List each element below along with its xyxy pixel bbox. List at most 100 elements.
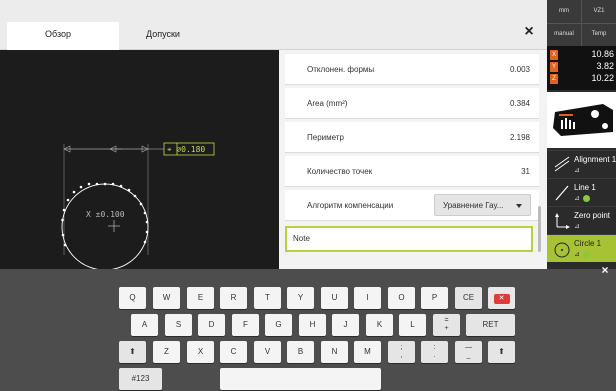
key-o[interactable]: O — [388, 287, 415, 309]
key-l[interactable]: L — [399, 314, 426, 336]
compensation-select-value: Уравнение Гау... — [443, 201, 504, 210]
property-label: Area (mm²) — [307, 99, 348, 108]
temperature-button[interactable]: Temp — [582, 23, 616, 46]
property-row-form-deviation: Отклонен. формы 0.003 — [285, 54, 539, 85]
right-panel: mm VZ1 manual Temp X 10.86 Y 3.82 Z 10.2… — [547, 0, 616, 269]
shift-key-left[interactable]: ⬆ — [119, 341, 146, 363]
alignment-icon — [554, 156, 570, 172]
circle-drawing: ⌖ ⌀0.180 X ±0.100 — [61, 142, 215, 269]
property-label: Алгоритм компенсации — [307, 201, 394, 210]
center-tolerance-label: X ±0.100 — [86, 210, 125, 219]
on-screen-keyboard: × Q W E R T Y U I O P CE ✕ A S D F G H J… — [0, 263, 616, 391]
key-b[interactable]: B — [287, 341, 314, 363]
key-equals-plus[interactable]: = + — [433, 314, 460, 336]
chevron-down-icon — [516, 204, 522, 208]
property-label: Периметр — [307, 133, 344, 142]
property-label: Отклонен. формы — [307, 65, 375, 74]
feature-item-zero-point[interactable]: Zero point ⊿ — [547, 206, 616, 234]
axis-label: Y — [550, 62, 558, 72]
divider — [547, 23, 616, 24]
coord-row-y: Y 3.82 — [547, 61, 616, 73]
key-dash-underscore[interactable]: — _ — [455, 341, 482, 363]
key-k[interactable]: K — [366, 314, 393, 336]
keyboard-close-button[interactable]: × — [598, 263, 612, 277]
axis-value: 10.22 — [591, 73, 614, 83]
key-i[interactable]: I — [354, 287, 381, 309]
shift-icon: ⬆ — [129, 347, 136, 356]
unit-button[interactable]: mm — [547, 0, 581, 23]
dialog-header: Обзор Допуски × — [0, 0, 547, 50]
property-label: Количество точек — [307, 167, 373, 176]
feature-name: Zero point — [574, 211, 611, 220]
compensation-select[interactable]: Уравнение Гау... — [434, 194, 531, 216]
key-n[interactable]: N — [321, 341, 348, 363]
feature-status: ⊿ — [574, 223, 580, 230]
app-root: Обзор Допуски × ⌖ ⌀0.180 X ±0.100 Отклон… — [0, 0, 616, 391]
shift-key-right[interactable]: ⬆ — [488, 341, 515, 363]
key-e[interactable]: E — [187, 287, 214, 309]
axis-label: Z — [550, 74, 558, 84]
property-value: 2.198 — [509, 133, 530, 142]
key-clear-entry[interactable]: CE — [455, 287, 482, 309]
dialog-close-button[interactable]: × — [519, 22, 539, 42]
key-s[interactable]: S — [165, 314, 192, 336]
key-w[interactable]: W — [153, 287, 180, 309]
feature-view: ⌖ ⌀0.180 X ±0.100 — [0, 50, 279, 269]
key-h[interactable]: H — [299, 314, 326, 336]
reference-button[interactable]: VZ1 — [582, 0, 616, 23]
property-value: 0.384 — [509, 99, 530, 108]
properties-scrollbar[interactable] — [538, 206, 541, 252]
key-d[interactable]: D — [198, 314, 225, 336]
property-row-perimeter: Периметр 2.198 — [285, 122, 539, 153]
element-dialog: Обзор Допуски × ⌖ ⌀0.180 X ±0.100 Отклон… — [0, 0, 547, 269]
feature-name: Line 1 — [574, 183, 596, 192]
check-icon — [582, 194, 590, 202]
property-value: 31 — [521, 167, 530, 176]
backspace-key[interactable]: ✕ — [488, 287, 515, 309]
circle-icon — [554, 242, 570, 258]
key-r[interactable]: R — [220, 287, 247, 309]
coord-row-x: X 10.86 — [547, 49, 616, 61]
part-preview[interactable] — [547, 92, 616, 148]
tab-overview[interactable]: Обзор — [7, 22, 119, 50]
enter-key[interactable]: RET — [466, 314, 515, 336]
zero-point-icon — [555, 213, 570, 229]
axis-value: 10.86 — [591, 49, 614, 59]
key-u[interactable]: U — [321, 287, 348, 309]
key-c[interactable]: C — [220, 341, 247, 363]
key-q[interactable]: Q — [119, 287, 146, 309]
feature-name: Alignment 1 — [574, 155, 616, 164]
key-y[interactable]: Y — [287, 287, 314, 309]
part-thumbnail-icon — [553, 104, 613, 136]
symbols-key[interactable]: #123 — [119, 368, 162, 390]
feature-item-alignment[interactable]: Alignment 1 ⊿ — [547, 150, 616, 178]
key-t[interactable]: T — [254, 287, 281, 309]
feature-name: Circle 1 — [574, 239, 602, 248]
feature-item-line[interactable]: Line 1 ⊿ — [547, 178, 616, 206]
axis-value: 3.82 — [596, 61, 614, 71]
key-f[interactable]: F — [232, 314, 259, 336]
key-colon-period[interactable]: :. — [421, 341, 448, 363]
property-row-area: Area (mm²) 0.384 — [285, 88, 539, 119]
feature-item-circle[interactable]: Circle 1 ⊿ — [547, 234, 616, 262]
key-m[interactable]: M — [354, 341, 381, 363]
key-v[interactable]: V — [254, 341, 281, 363]
check-icon — [582, 250, 590, 258]
note-input[interactable]: Note — [285, 226, 533, 252]
backspace-icon: ✕ — [493, 294, 510, 304]
feature-status: ⊿ — [574, 250, 590, 258]
mode-button[interactable]: manual — [547, 23, 581, 46]
key-a[interactable]: A — [131, 314, 158, 336]
key-g[interactable]: G — [265, 314, 292, 336]
key-z[interactable]: Z — [153, 341, 180, 363]
axis-label: X — [550, 50, 558, 60]
coord-row-z: Z 10.22 — [547, 73, 616, 85]
shift-icon: ⬆ — [498, 347, 505, 356]
space-key[interactable] — [220, 368, 381, 390]
status-grid: mm VZ1 manual Temp — [547, 0, 616, 46]
key-semicolon-comma[interactable]: ;, — [388, 341, 415, 363]
key-x[interactable]: X — [187, 341, 214, 363]
position-display: X 10.86 Y 3.82 Z 10.22 — [547, 46, 616, 90]
key-p[interactable]: P — [421, 287, 448, 309]
key-j[interactable]: J — [332, 314, 359, 336]
